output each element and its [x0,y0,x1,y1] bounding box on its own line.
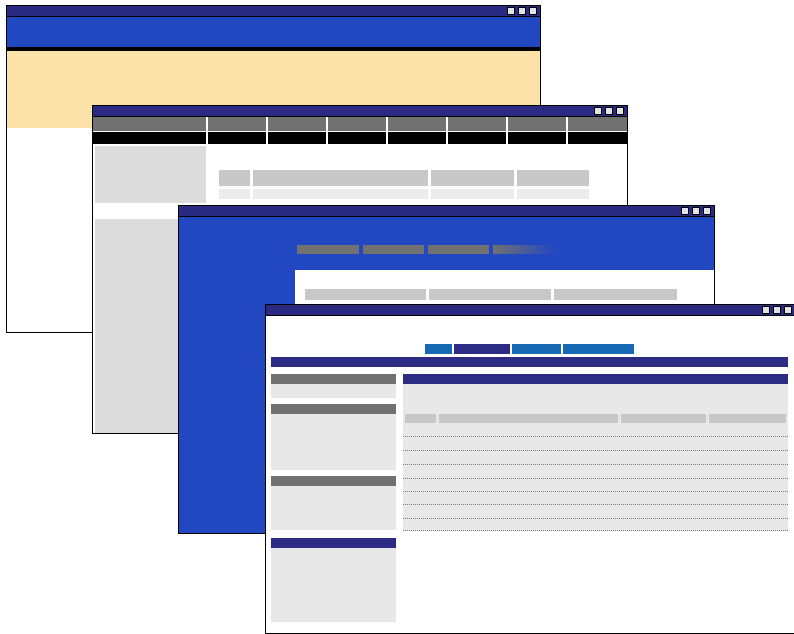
tab-active[interactable] [454,344,510,354]
table-row-divider [403,504,788,505]
sidebar-panel-4-body [271,548,396,622]
table-row-divider [403,464,788,465]
menu-item[interactable] [268,117,326,131]
sidebar-panel-3-header[interactable] [271,476,396,486]
tab[interactable] [493,245,557,254]
blue-header [7,17,540,47]
minimize-icon[interactable] [681,207,689,215]
table-row [219,189,589,199]
menu-item[interactable] [568,117,627,131]
maximize-icon[interactable] [692,207,700,215]
tab[interactable] [512,344,561,354]
table-row-divider [403,518,788,519]
menu-bar [93,117,627,131]
table-header-cell [439,414,618,423]
toolbar-item[interactable] [268,132,326,144]
minimize-icon[interactable] [594,107,602,115]
table-header-cell [219,170,250,186]
menu-item[interactable] [93,117,206,131]
maximize-icon[interactable] [773,306,781,314]
tab[interactable] [563,344,634,354]
sidebar-top [95,146,206,203]
table-header-cell [709,414,786,423]
tab[interactable] [428,245,489,254]
table-header-cell [621,414,706,423]
table-header [219,170,589,186]
sidebar-panel-1-header[interactable] [271,374,396,384]
window-4 [265,304,794,634]
maximize-icon[interactable] [605,107,613,115]
close-icon[interactable] [616,107,624,115]
table-header-cell [253,170,428,186]
menu-item[interactable] [448,117,506,131]
window-1-titlebar [7,6,540,17]
tab[interactable] [425,344,452,354]
close-icon[interactable] [529,7,537,15]
tool-bar [93,132,627,144]
tab-strip [297,245,557,254]
table-header-cell [305,289,426,300]
toolbar-item[interactable] [448,132,506,144]
menu-item[interactable] [208,117,266,131]
sidebar-panel-4-header[interactable] [271,538,396,548]
maximize-icon[interactable] [518,7,526,15]
table-row-divider [403,450,788,451]
minimize-icon[interactable] [762,306,770,314]
window-3-titlebar [179,206,714,217]
navy-bar [271,357,788,367]
tab[interactable] [363,245,424,254]
window-2-titlebar [93,106,627,117]
table-header [405,414,786,423]
toolbar-item[interactable] [388,132,446,144]
content-panel-header [403,374,788,384]
sidebar-panel-2-body [271,414,396,470]
table-row-divider [403,491,788,492]
minimize-icon[interactable] [507,7,515,15]
toolbar-item[interactable] [208,132,266,144]
sidebar-panel-3-body [271,486,396,530]
tab-strip [425,344,634,354]
sidebar-panel-2-header[interactable] [271,404,396,414]
close-icon[interactable] [784,306,792,314]
table-row-divider [403,436,788,437]
content-panel-body [403,384,788,531]
table-header [305,289,677,300]
table-row-divider [403,478,788,479]
table-header-cell [517,170,589,186]
window-4-titlebar [266,305,794,316]
sidebar-panel-1-body [271,384,396,398]
table-header-cell [554,289,677,300]
menu-item[interactable] [508,117,566,131]
table-row-divider [403,530,788,531]
toolbar-item[interactable] [93,132,206,144]
toolbar-item[interactable] [568,132,627,144]
table-header-cell [431,170,514,186]
tab[interactable] [297,245,359,254]
table-header-cell [405,414,436,423]
close-icon[interactable] [703,207,711,215]
toolbar-item[interactable] [508,132,566,144]
menu-item[interactable] [328,117,386,131]
menu-item[interactable] [388,117,446,131]
table-header-cell [429,289,551,300]
toolbar-item[interactable] [328,132,386,144]
blue-header [179,217,714,270]
